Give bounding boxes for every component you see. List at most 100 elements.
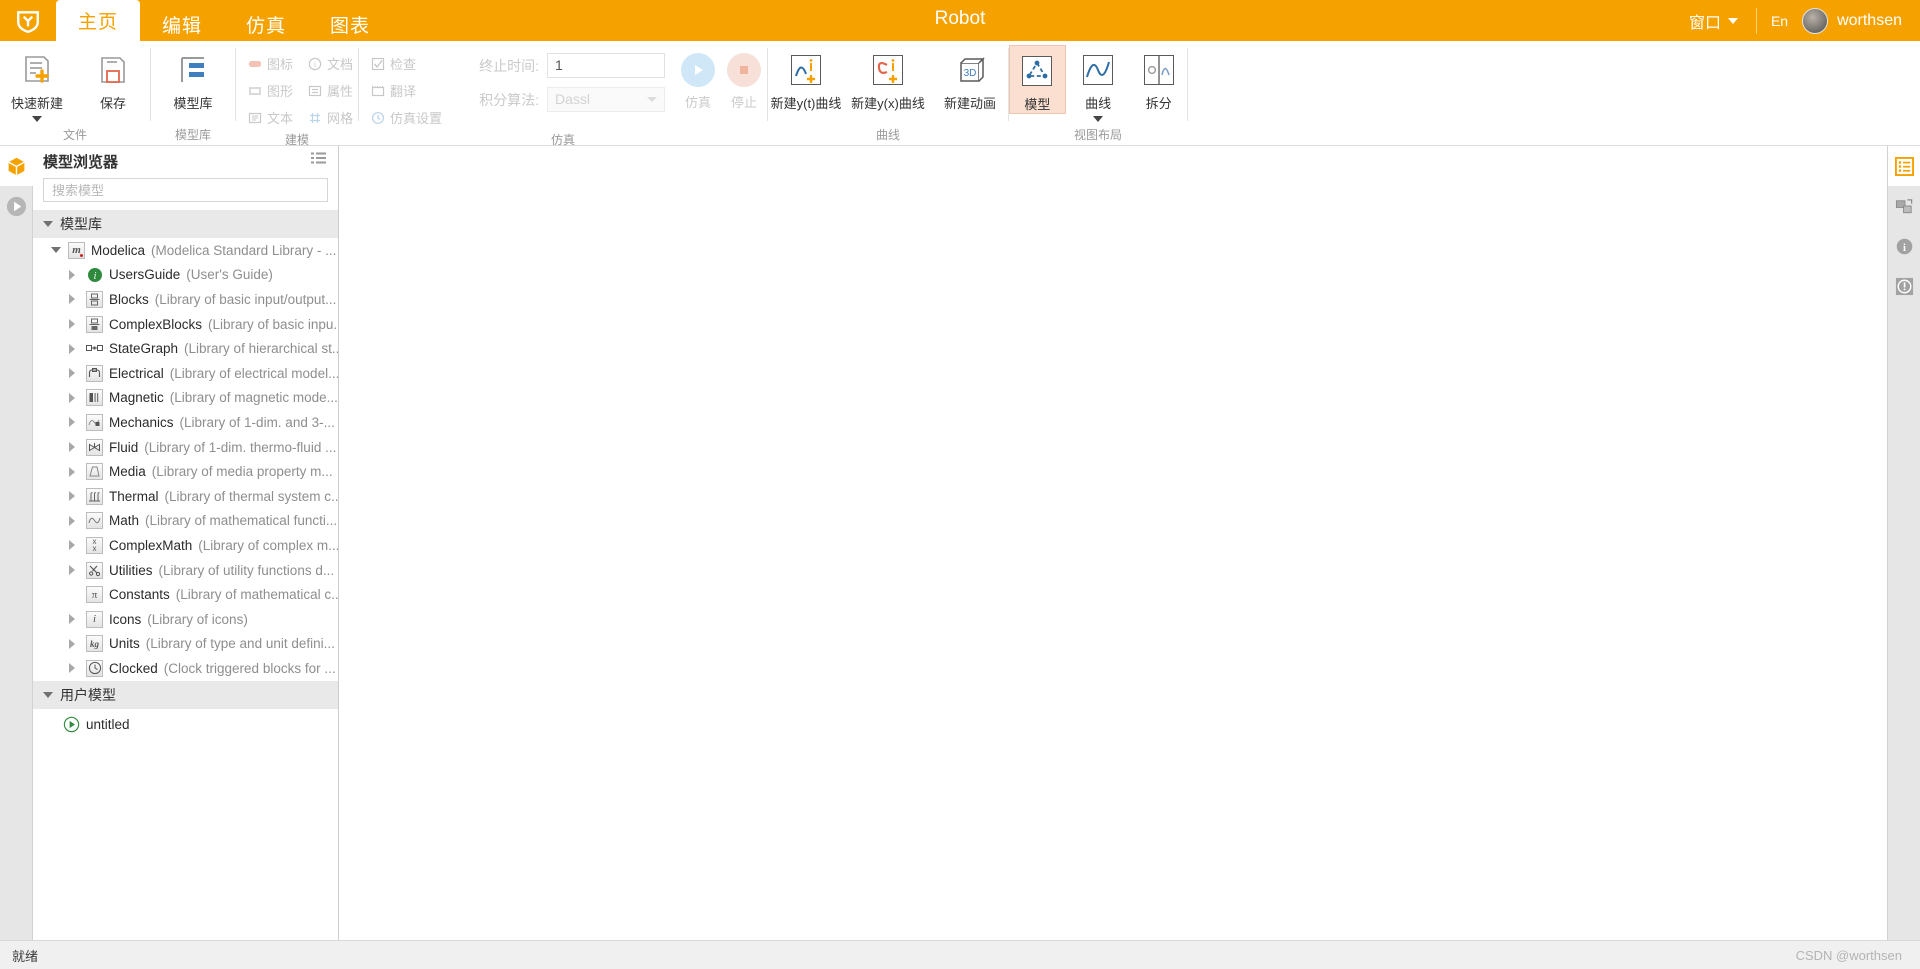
chevron-right-icon[interactable]	[69, 663, 75, 674]
layout-split-button[interactable]: 拆分	[1130, 45, 1187, 112]
rail-model-browser-button[interactable]	[0, 146, 33, 186]
tree-node-modelica[interactable]: m Modelica (Modelica Standard Library - …	[33, 238, 338, 263]
icon-view-button[interactable]: 图标	[242, 51, 298, 76]
rail-warning-button[interactable]	[1888, 266, 1920, 306]
info-circle-icon: i	[1896, 238, 1913, 254]
language-button[interactable]: En	[1757, 13, 1802, 29]
sim-settings-button[interactable]: 仿真设置	[365, 105, 447, 130]
document-info-icon: i	[307, 56, 322, 71]
tree-node-usersguide[interactable]: i UsersGuide (User's Guide)	[33, 263, 338, 288]
title-bar: 主页 编辑 仿真 图表 Robot 窗口 En worthsen	[0, 0, 1920, 41]
chevron-right-icon[interactable]	[69, 638, 75, 649]
tree-node-desc: (Library of mathematical functi...	[145, 513, 338, 529]
properties-button[interactable]: 属性	[302, 78, 358, 103]
app-logo[interactable]	[0, 0, 56, 41]
rail-info-button[interactable]: i	[1888, 226, 1920, 266]
tree-node-stategraph[interactable]: StateGraph (Library of hierarchical st..…	[33, 336, 338, 361]
tree-node-complexblocks[interactable]: ComplexBlocks (Library of basic inpu...	[33, 312, 338, 337]
rail-component-list-button[interactable]	[1888, 146, 1920, 186]
chevron-right-icon[interactable]	[69, 319, 75, 330]
run-simulation-button[interactable]: 仿真	[675, 45, 721, 111]
search-input[interactable]	[52, 182, 319, 198]
chevron-right-icon[interactable]	[69, 466, 75, 477]
username-label[interactable]: worthsen	[1837, 12, 1902, 30]
fluid-valve-icon	[86, 438, 103, 456]
tree-node-icons[interactable]: i Icons (Library of icons)	[33, 607, 338, 632]
new-yx-curve-button[interactable]: 新建y(x)曲线	[850, 45, 926, 112]
quick-new-button[interactable]: 快速新建	[6, 45, 68, 122]
chevron-down-icon	[647, 97, 658, 102]
text-button[interactable]: 文本	[242, 105, 298, 130]
diagram-button[interactable]: 图形	[242, 78, 298, 103]
solver-select[interactable]: Dassl	[547, 87, 666, 112]
check-button[interactable]: 检查	[365, 51, 421, 76]
complexblocks-icon	[86, 315, 103, 333]
chevron-down-icon[interactable]	[1093, 116, 1104, 122]
tree-node-untitled[interactable]: untitled	[33, 709, 338, 741]
tree-node-mechanics[interactable]: Mechanics (Library of 1-dim. and 3-...	[33, 410, 338, 435]
grid-button[interactable]: 网格	[302, 105, 358, 130]
model-canvas[interactable]	[340, 146, 1887, 940]
tree-section-library[interactable]: 模型库	[33, 210, 338, 238]
tab-home[interactable]: 主页	[56, 0, 141, 41]
new-animation-button[interactable]: 3D 新建动画	[932, 45, 1008, 112]
tree-node-utilities[interactable]: Utilities (Library of utility functions …	[33, 558, 338, 583]
avatar[interactable]	[1802, 7, 1829, 34]
sim-settings-label: 仿真设置	[390, 111, 443, 126]
tree-node-thermal[interactable]: Thermal (Library of thermal system c...	[33, 484, 338, 509]
tree-node-magnetic[interactable]: Magnetic (Library of magnetic mode...	[33, 386, 338, 411]
model-play-icon	[63, 716, 80, 733]
chevron-right-icon[interactable]	[69, 392, 75, 403]
chevron-right-icon[interactable]	[69, 417, 75, 428]
window-menu-button[interactable]: 窗口	[1671, 7, 1757, 34]
rail-component-tree-button[interactable]	[1888, 186, 1920, 226]
chevron-right-icon[interactable]	[69, 614, 75, 625]
save-button[interactable]: 保存	[82, 45, 144, 112]
chevron-right-icon[interactable]	[69, 343, 75, 354]
chevron-right-icon[interactable]	[69, 294, 75, 305]
layout-model-button[interactable]: 模型	[1009, 45, 1066, 114]
list-view-icon[interactable]	[311, 152, 326, 170]
chevron-down-icon[interactable]	[32, 116, 42, 122]
tree-node-electrical[interactable]: Electrical (Library of electrical model.…	[33, 361, 338, 386]
chevron-right-icon[interactable]	[69, 442, 75, 453]
tree-section-user-models[interactable]: 用户模型	[33, 680, 338, 709]
chevron-right-icon[interactable]	[69, 565, 75, 576]
stop-time-row: 终止时间: 1	[463, 53, 666, 78]
tree-node-math[interactable]: Math (Library of mathematical functi...	[33, 509, 338, 534]
stop-time-label: 终止时间:	[479, 57, 540, 74]
tree-node-fluid[interactable]: Fluid (Library of 1-dim. thermo-fluid ..…	[33, 435, 338, 460]
tree-node-media[interactable]: Media (Library of media property m...	[33, 459, 338, 484]
chevron-down-icon[interactable]	[51, 247, 61, 254]
model-library-button[interactable]: 模型库	[162, 45, 224, 112]
layout-curve-button[interactable]: 曲线	[1070, 45, 1127, 122]
stop-icon	[726, 53, 761, 87]
tree-node-constants[interactable]: π Constants (Library of mathematical c..…	[33, 582, 338, 607]
rail-simulate-button[interactable]	[0, 186, 33, 226]
chevron-right-icon[interactable]	[69, 540, 75, 551]
chevron-right-icon[interactable]	[69, 368, 75, 379]
cube-model-icon	[8, 157, 25, 175]
units-kg-icon: kg	[86, 635, 103, 653]
chevron-right-icon[interactable]	[69, 515, 75, 526]
stop-time-input[interactable]: 1	[547, 53, 666, 78]
save-label: 保存	[99, 96, 126, 111]
tree-node-blocks[interactable]: Blocks (Library of basic input/output...	[33, 287, 338, 312]
chevron-right-icon[interactable]	[69, 491, 75, 502]
stop-simulation-button[interactable]: 停止	[721, 45, 767, 111]
tab-edit[interactable]: 编辑	[140, 7, 224, 41]
translate-button[interactable]: 翻译	[365, 78, 421, 103]
new-yt-curve-label: 新建y(t)曲线	[770, 96, 842, 111]
tree-node-name: Blocks	[109, 291, 149, 307]
tree-node-clocked[interactable]: Clocked (Clock triggered blocks for ...	[33, 656, 338, 681]
tree-node-complexmath[interactable]: xx ComplexMath (Library of complex m...	[33, 533, 338, 558]
chevron-right-icon[interactable]	[69, 269, 75, 280]
tab-chart[interactable]: 图表	[308, 7, 392, 41]
search-box[interactable]	[43, 178, 328, 202]
document-button[interactable]: i 文档	[302, 51, 358, 76]
tab-simulation[interactable]: 仿真	[224, 7, 308, 41]
tree-node-units[interactable]: kg Units (Library of type and unit defin…	[33, 632, 338, 657]
tree-node-desc: (Clock triggered blocks for ...	[163, 660, 336, 676]
ribbon-toolbar: 快速新建 保存 文件 模型库 模型库 图标 i 文档 图形 属性 文本 网格 建…	[0, 41, 1920, 147]
new-yt-curve-button[interactable]: 新建y(t)曲线	[768, 45, 844, 112]
